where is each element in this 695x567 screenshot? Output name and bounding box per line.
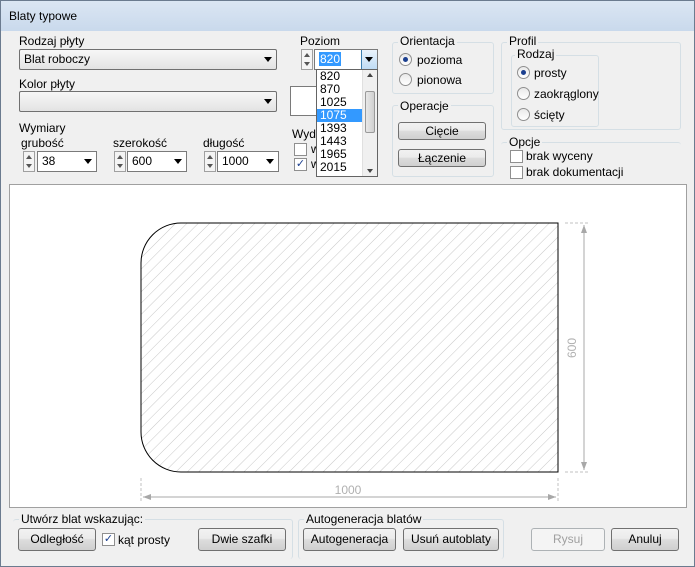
chevron-down-icon xyxy=(264,57,272,62)
spin-down-icon xyxy=(207,164,213,168)
width-dimension-text: 1000 xyxy=(335,483,362,497)
dlugosc-label: długość xyxy=(203,136,245,150)
autogeneracja-button[interactable]: Autogeneracja xyxy=(303,528,396,551)
height-dimension-text: 600 xyxy=(565,338,579,358)
dlugosc-spinner[interactable] xyxy=(204,151,216,172)
brak-wyceny-label: brak wyceny xyxy=(526,149,593,163)
spin-up-icon xyxy=(207,155,213,159)
anuluj-button[interactable]: Anuluj xyxy=(611,528,679,551)
chevron-down-icon xyxy=(365,57,373,62)
chevron-down-icon xyxy=(174,159,182,164)
rodzaj-label: Rodzaj płyty xyxy=(19,34,85,48)
chevron-down-icon xyxy=(84,159,92,164)
spin-up-icon xyxy=(117,155,123,159)
poziom-spinner[interactable] xyxy=(301,49,313,70)
chevron-down-icon xyxy=(264,99,272,104)
autogen-label: Autogeneracja blatów xyxy=(304,512,424,526)
utworz-label: Utwórz blat wskazując: xyxy=(19,512,146,526)
wydl-check-1[interactable] xyxy=(294,143,307,156)
kat-prosty-check[interactable]: ✓ xyxy=(102,533,115,546)
wydl-label: Wydł xyxy=(292,127,319,141)
profil-label: Profil xyxy=(507,34,539,48)
wydl-check-2[interactable]: ✓ xyxy=(294,158,307,171)
poziom-value: 820 xyxy=(319,52,342,66)
poziom-label: Poziom xyxy=(300,34,341,48)
rysuj-button[interactable]: Rysuj xyxy=(531,528,605,551)
arrow-up-icon xyxy=(581,225,587,233)
ciecie-button[interactable]: Cięcie xyxy=(398,122,486,140)
orientacja-label: Orientacja xyxy=(398,34,457,48)
grubosc-select[interactable]: 38 xyxy=(37,151,97,172)
grubosc-value: 38 xyxy=(42,154,56,168)
grubosc-spinner[interactable] xyxy=(23,151,35,172)
wymiary-label: Wymiary xyxy=(19,121,66,135)
orientacja-pozioma-label: pozioma xyxy=(417,53,463,67)
arrow-right-icon xyxy=(548,494,556,500)
countertop-shape xyxy=(140,222,559,473)
profil-sciety-radio[interactable] xyxy=(517,108,530,121)
orientacja-pionowa-label: pionowa xyxy=(417,73,462,87)
brak-dokumentacji-label: brak dokumentacji xyxy=(526,165,624,179)
brak-wyceny-check[interactable] xyxy=(510,150,523,163)
arrow-down-icon xyxy=(581,462,587,470)
profil-zaokraglony-label: zaokrąglony xyxy=(534,87,599,101)
dwie-szafki-button[interactable]: Dwie szafki xyxy=(198,528,286,551)
spin-up-icon xyxy=(26,155,32,159)
orientacja-pozioma-radio[interactable] xyxy=(399,53,412,66)
brak-dokumentacji-check[interactable] xyxy=(510,166,523,179)
drawing-canvas[interactable]: 600 1000 xyxy=(9,184,687,508)
laczenie-button[interactable]: Łączenie xyxy=(398,149,486,167)
kolor-label: Kolor płyty xyxy=(19,77,76,91)
scroll-down-icon xyxy=(367,169,373,173)
szerokosc-select[interactable]: 600 xyxy=(127,151,187,172)
spin-down-icon xyxy=(117,164,123,168)
orientacja-pionowa-radio[interactable] xyxy=(399,73,412,86)
odleglosc-button[interactable]: Odległość xyxy=(18,528,96,551)
profil-prosty-radio[interactable] xyxy=(517,66,530,79)
szerokosc-spinner[interactable] xyxy=(114,151,126,172)
scroll-up-icon xyxy=(367,73,373,77)
kolor-select[interactable] xyxy=(19,91,277,112)
profil-sciety-label: ścięty xyxy=(534,108,565,122)
szerokosc-value: 600 xyxy=(132,154,153,168)
countertop-drawing: 600 1000 xyxy=(140,222,588,501)
scroll-thumb[interactable] xyxy=(365,91,375,133)
title-bar: Blaty typowe xyxy=(1,1,694,31)
profil-rodzaj-label: Rodzaj xyxy=(515,47,557,61)
window-title: Blaty typowe xyxy=(9,9,78,23)
spin-down-icon xyxy=(304,62,310,66)
szerokosc-label: szerokość xyxy=(113,136,168,150)
rodzaj-value: Blat roboczy xyxy=(24,52,91,66)
arrow-left-icon xyxy=(143,494,151,500)
dialog-window: Blaty typowe Rodzaj płyty Blat roboczy K… xyxy=(0,0,695,567)
chevron-down-icon xyxy=(266,159,274,164)
spin-down-icon xyxy=(26,164,32,168)
rodzaj-select[interactable]: Blat roboczy xyxy=(19,49,277,70)
operacje-label: Operacje xyxy=(398,99,451,113)
poziom-dropdown-list[interactable]: 820 870 1025 1075 1393 1443 1965 2015 xyxy=(316,69,378,177)
poziom-select[interactable]: 820 xyxy=(314,49,378,70)
grubosc-label: grubość xyxy=(21,136,64,150)
dlugosc-value: 1000 xyxy=(222,154,249,168)
opcje-label: Opcje xyxy=(507,135,543,149)
usun-autoblaty-button[interactable]: Usuń autoblaty xyxy=(403,528,499,551)
dropdown-scrollbar[interactable] xyxy=(362,70,377,176)
dlugosc-select[interactable]: 1000 xyxy=(217,151,279,172)
kat-prosty-label: kąt prosty xyxy=(118,533,171,547)
profil-prosty-label: prosty xyxy=(534,66,567,80)
profil-zaokraglony-radio[interactable] xyxy=(517,87,530,100)
spin-up-icon xyxy=(304,53,310,57)
